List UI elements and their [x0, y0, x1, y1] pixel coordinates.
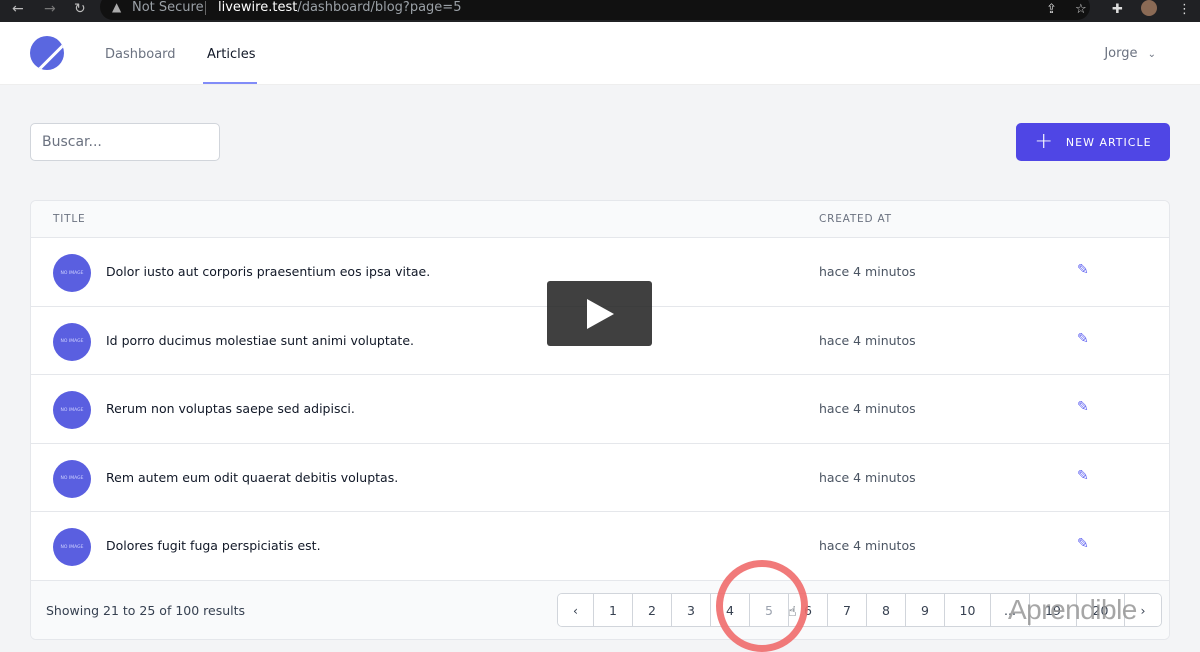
article-title: Dolores fugit fuga perspiciatis est. [106, 538, 321, 553]
header-created-at: CREATED AT [819, 213, 892, 225]
user-name: Jorge [1104, 46, 1138, 61]
user-menu[interactable]: Jorge ⌄ [1104, 46, 1156, 61]
page-number: 7 [843, 602, 851, 618]
table-row: NO IMAGE Dolores fugit fuga perspiciatis… [31, 512, 1169, 581]
article-thumbnail: NO IMAGE [53, 528, 91, 566]
back-icon[interactable]: ← [12, 1, 24, 17]
nav-articles[interactable]: Articles [207, 47, 255, 62]
video-play-button[interactable] [547, 281, 652, 346]
url: livewire.test/dashboard/blog?page=5 [218, 0, 462, 15]
article-title: Rerum non voluptas saepe sed adipisci. [106, 401, 355, 416]
article-created-at: hace 4 minutos [819, 332, 916, 348]
nav-dashboard[interactable]: Dashboard [105, 47, 176, 62]
edit-pencil-icon[interactable]: ✎ [1077, 468, 1089, 484]
chevron-right-icon: › [1140, 602, 1146, 618]
prev-page-button[interactable]: ‹ [558, 594, 594, 626]
chevron-down-icon: ⌄ [1147, 49, 1156, 60]
page-7[interactable]: 7 [828, 594, 867, 626]
browser-toolbar: ← → ↻ ▲ Not Secure livewire.test/dashboa… [0, 0, 1200, 22]
table-header: TITLE CREATED AT [31, 201, 1169, 238]
active-tab-indicator [203, 82, 257, 84]
page-8[interactable]: 8 [867, 594, 906, 626]
results-summary: Showing 21 to 25 of 100 results [46, 603, 246, 618]
page-number: 10 [959, 602, 976, 618]
article-created-at: hace 4 minutos [819, 538, 916, 553]
extensions-icon[interactable]: ✚ [1112, 2, 1123, 17]
share-icon[interactable]: ⇪ [1046, 2, 1057, 17]
address-bar[interactable]: ▲ Not Secure livewire.test/dashboard/blo… [100, 0, 1090, 20]
page-number: 1 [609, 602, 617, 618]
page-number: 9 [921, 602, 929, 618]
page-number: 8 [882, 602, 890, 618]
article-thumbnail: NO IMAGE [53, 459, 91, 498]
article-title: Id porro ducimus molestiae sunt animi vo… [106, 332, 414, 348]
watermark-logo: Aprendible [1008, 594, 1137, 625]
plus-icon: + [1034, 129, 1054, 154]
article-title: Rem autem eum odit quaerat debitis volup… [106, 469, 399, 485]
new-article-button[interactable]: + NEW ARTICLE [1016, 123, 1170, 161]
reload-icon[interactable]: ↻ [74, 1, 86, 17]
table-row: NO IMAGE Rerum non voluptas saepe sed ad… [31, 375, 1169, 444]
hand-cursor-icon: ☝ [788, 604, 797, 620]
article-created-at: hace 4 minutos [819, 469, 916, 485]
page-3[interactable]: 3 [672, 594, 711, 626]
page-number: 2 [648, 602, 656, 618]
menu-icon[interactable]: ⋮ [1178, 2, 1191, 17]
table-footer: Showing 21 to 25 of 100 results ‹ 1 2 3 4 5 6 7… [31, 581, 1169, 639]
page-number: 3 [687, 602, 695, 618]
edit-pencil-icon[interactable]: ✎ [1077, 536, 1089, 552]
edit-pencil-icon[interactable]: ✎ [1077, 331, 1089, 347]
article-thumbnail: NO IMAGE [53, 322, 91, 361]
edit-pencil-icon[interactable]: ✎ [1077, 399, 1089, 415]
table-row: NO IMAGE Rem autem eum odit quaerat debi… [31, 444, 1169, 512]
article-created-at: hace 4 minutos [819, 401, 916, 416]
security-label: Not Secure [132, 0, 204, 15]
warning-icon: ▲ [112, 0, 122, 14]
new-article-label: NEW ARTICLE [1065, 135, 1152, 149]
chevron-left-icon: ‹ [573, 602, 578, 618]
page-9[interactable]: 9 [906, 594, 945, 626]
edit-pencil-icon[interactable]: ✎ [1077, 262, 1089, 278]
search-input[interactable] [30, 123, 220, 161]
top-navigation: Dashboard Articles Jorge ⌄ [0, 22, 1200, 85]
star-icon[interactable]: ☆ [1075, 2, 1087, 17]
header-title: TITLE [53, 213, 86, 225]
articles-table: TITLE CREATED AT NO IMAGE Dolor iusto au… [30, 200, 1170, 640]
page-2[interactable]: 2 [633, 594, 672, 626]
forward-icon[interactable]: → [44, 1, 56, 17]
profile-avatar[interactable] [1141, 0, 1157, 16]
article-title: Dolor iusto aut corporis praesentium eos… [106, 264, 431, 279]
logo[interactable] [30, 36, 64, 70]
page-1[interactable]: 1 [594, 594, 633, 626]
article-created-at: hace 4 minutos [819, 264, 916, 279]
page-10[interactable]: 10 [945, 594, 991, 626]
article-thumbnail: NO IMAGE [53, 391, 91, 429]
article-thumbnail: NO IMAGE [53, 254, 91, 292]
